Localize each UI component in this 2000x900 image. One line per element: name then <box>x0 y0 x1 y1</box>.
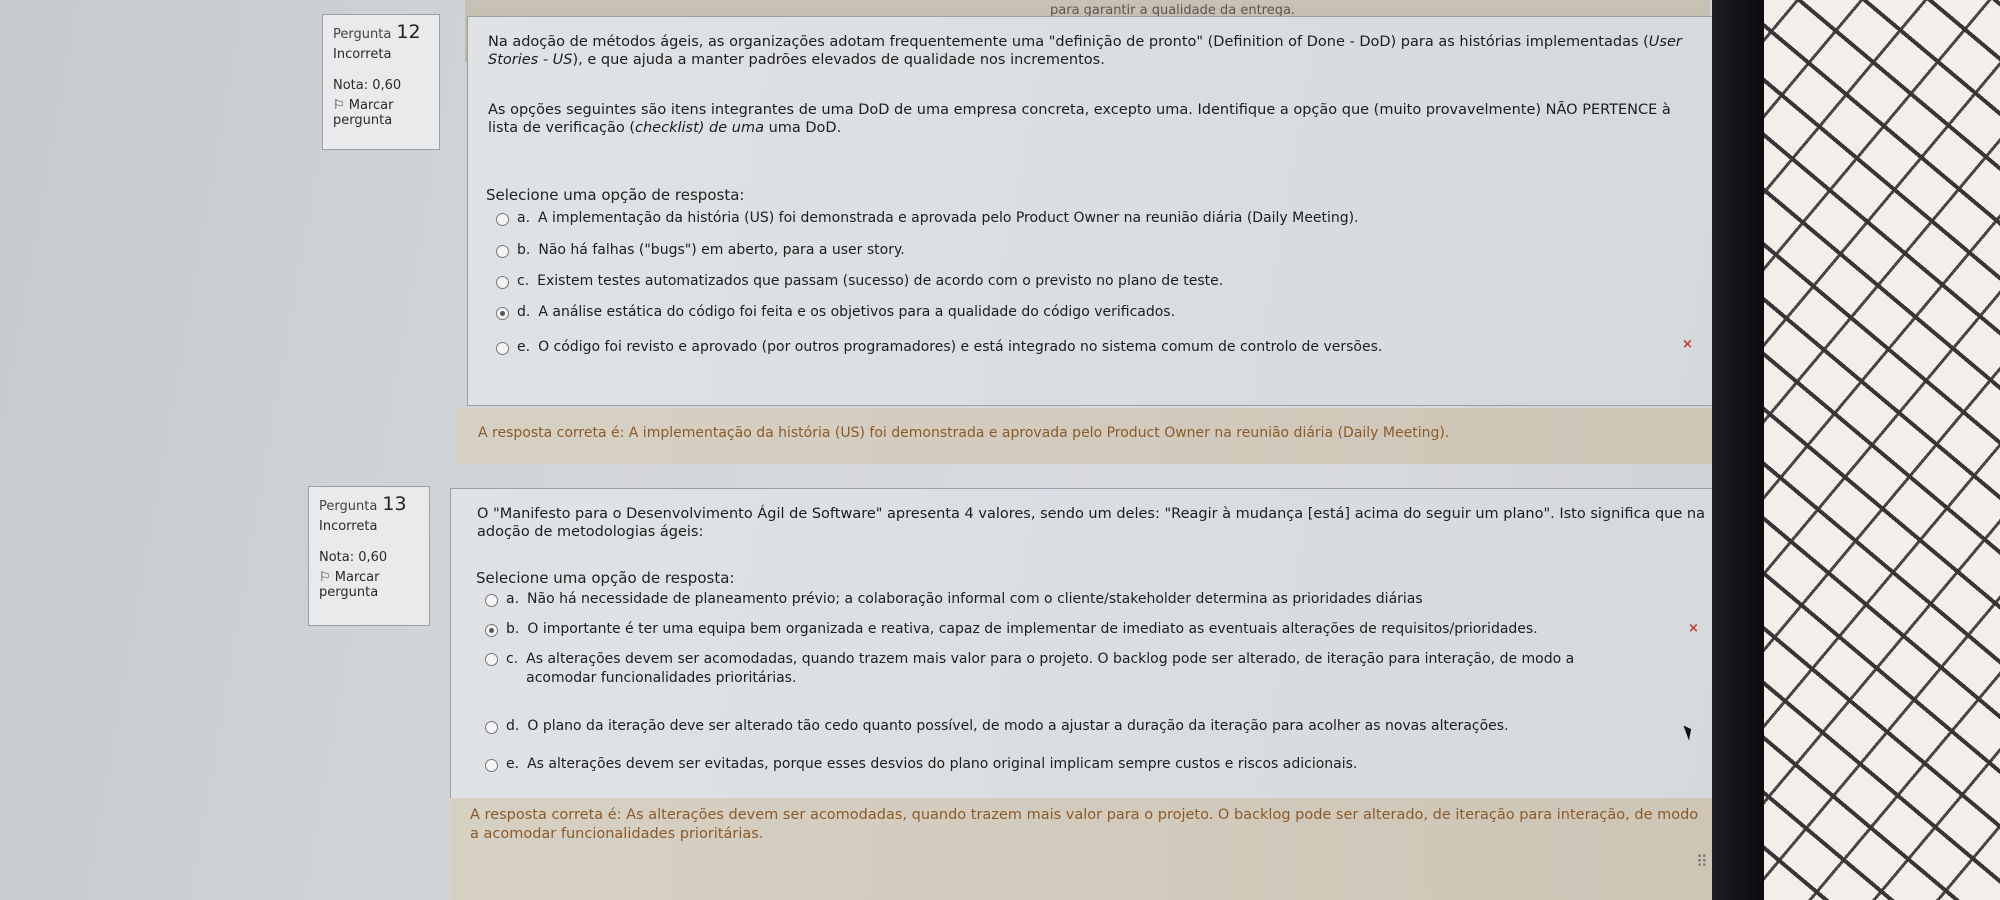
radio-button[interactable] <box>496 276 509 289</box>
question-13-text: O "Manifesto para o Desenvolvimento Ágil… <box>477 506 1705 540</box>
flag-icon: ⚐ <box>333 98 345 113</box>
question-12-option-e[interactable]: e. O código foi revisto e aprovado (por … <box>496 339 1382 355</box>
question-13-info: Pergunta 13 Incorreta Nota: 0,60 ⚐ Marca… <box>308 486 430 626</box>
option-text: O importante é ter uma equipa bem organi… <box>527 621 1538 637</box>
option-letter: a. <box>506 591 520 607</box>
question-13-prompt: Selecione uma opção de resposta: <box>476 569 735 587</box>
question-12-text-1-a: Na adoção de métodos ágeis, as organizaç… <box>488 34 1649 50</box>
question-12-option-d[interactable]: d. A análise estática do código foi feit… <box>496 304 1175 320</box>
radio-button-selected[interactable] <box>496 307 509 320</box>
resize-grip-icon[interactable]: ⠿ <box>1696 852 1708 871</box>
question-12-text-1-end: ), e que ajuda a manter padrões elevados… <box>572 52 1105 68</box>
question-13-heading: Pergunta 13 <box>319 493 419 515</box>
option-text: As alterações devem ser acomodadas, quan… <box>526 651 1575 686</box>
option-text: Existem testes automatizados que passam … <box>537 273 1224 289</box>
radio-button[interactable] <box>485 759 498 772</box>
question-12-text-2-italic: checklist) de uma <box>635 120 764 136</box>
option-letter: a. <box>517 210 531 226</box>
question-12-option-c[interactable]: c. Existem testes automatizados que pass… <box>496 273 1223 289</box>
question-13-option-c[interactable]: c. As alterações devem ser acomodadas, q… <box>485 650 1635 688</box>
monitor-bezel <box>1712 0 1764 900</box>
radio-button-selected[interactable] <box>485 624 498 637</box>
radio-button[interactable] <box>496 342 509 355</box>
radio-button[interactable] <box>485 721 498 734</box>
flag-question-link[interactable]: ⚐ Marcar pergunta <box>333 98 429 128</box>
option-letter: d. <box>506 718 520 734</box>
question-13-option-b[interactable]: b. O importante é ter uma equipa bem org… <box>485 621 1538 637</box>
question-13-feedback: A resposta correta é: As alterações deve… <box>450 798 1726 900</box>
option-letter: d. <box>517 304 531 320</box>
option-text: O código foi revisto e aprovado (por out… <box>538 339 1383 355</box>
option-letter: b. <box>506 621 520 637</box>
option-text: A implementação da história (US) foi dem… <box>538 210 1359 226</box>
question-label: Pergunta <box>333 27 392 42</box>
question-12-heading: Pergunta 12 <box>333 21 429 43</box>
question-number: 12 <box>396 21 421 43</box>
option-text: As alterações devem ser evitadas, porque… <box>527 756 1358 772</box>
question-status: Incorreta <box>333 47 392 62</box>
background-fabric <box>1764 0 2000 900</box>
radio-button[interactable] <box>496 245 509 258</box>
radio-button[interactable] <box>485 653 498 666</box>
question-label: Pergunta <box>319 499 378 514</box>
question-number: 13 <box>382 493 407 515</box>
question-12-text-1: Na adoção de métodos ágeis, as organizaç… <box>488 33 1688 69</box>
incorrect-icon: × <box>1682 337 1693 352</box>
option-letter: b. <box>517 242 531 258</box>
question-13-option-a[interactable]: a. Não há necessidade de planeamento pré… <box>485 591 1423 607</box>
radio-button[interactable] <box>496 213 509 226</box>
option-letter: e. <box>506 756 520 772</box>
question-12-option-b[interactable]: b. Não há falhas ("bugs") em aberto, par… <box>496 242 905 258</box>
quiz-review-screen: para garantir a qualidade da entrega. Pe… <box>0 0 1745 900</box>
question-12-prompt: Selecione uma opção de resposta: <box>486 186 745 204</box>
question-13-option-e[interactable]: e. As alterações devem ser evitadas, por… <box>485 756 1357 772</box>
option-letter: c. <box>506 651 519 667</box>
question-status: Incorreta <box>319 519 378 534</box>
question-12-feedback: A resposta correta é: A implementação da… <box>458 408 1716 464</box>
flag-question-link[interactable]: ⚐ Marcar pergunta <box>319 570 419 600</box>
option-text: O plano da iteração deve ser alterado tã… <box>527 718 1509 734</box>
option-text: Não há necessidade de planeamento prévio… <box>527 591 1423 607</box>
option-letter: e. <box>517 339 531 355</box>
question-12-text-2: As opções seguintes são itens integrante… <box>488 101 1688 137</box>
question-13-option-d[interactable]: d. O plano da iteração deve ser alterado… <box>485 718 1509 734</box>
radio-button[interactable] <box>485 594 498 607</box>
question-12-option-a[interactable]: a. A implementação da história (US) foi … <box>496 210 1359 226</box>
flag-icon: ⚐ <box>319 570 331 585</box>
incorrect-icon: × <box>1688 621 1699 636</box>
question-grade: Nota: 0,60 <box>319 550 388 565</box>
option-text: A análise estática do código foi feita e… <box>538 304 1176 320</box>
option-letter: c. <box>517 273 530 289</box>
option-text: Não há falhas ("bugs") em aberto, para a… <box>538 242 905 258</box>
question-12-text-2-end: uma DoD. <box>763 120 842 136</box>
question-12-info: Pergunta 12 Incorreta Nota: 0,60 ⚐ Marca… <box>322 14 440 150</box>
question-grade: Nota: 0,60 <box>333 78 402 93</box>
